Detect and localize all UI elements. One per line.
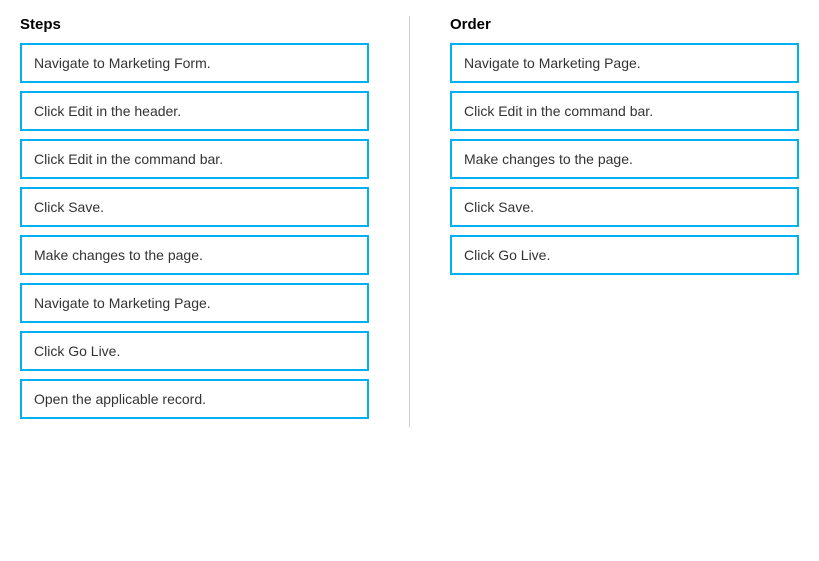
steps-item-1[interactable]: Click Edit in the header.	[20, 91, 369, 131]
order-header: Order	[450, 16, 799, 33]
order-item-0[interactable]: Navigate to Marketing Page.	[450, 43, 799, 83]
steps-column: Steps Navigate to Marketing Form. Click E…	[20, 16, 369, 427]
order-item-2[interactable]: Make changes to the page.	[450, 139, 799, 179]
steps-item-7[interactable]: Open the applicable record.	[20, 379, 369, 419]
steps-item-3[interactable]: Click Save.	[20, 187, 369, 227]
order-item-3[interactable]: Click Save.	[450, 187, 799, 227]
steps-item-6[interactable]: Click Go Live.	[20, 331, 369, 371]
steps-item-2[interactable]: Click Edit in the command bar.	[20, 139, 369, 179]
column-divider	[409, 16, 410, 427]
order-item-4[interactable]: Click Go Live.	[450, 235, 799, 275]
steps-item-4[interactable]: Make changes to the page.	[20, 235, 369, 275]
order-list: Navigate to Marketing Page. Click Edit in…	[450, 43, 799, 275]
steps-header: Steps	[20, 16, 369, 33]
steps-item-5[interactable]: Navigate to Marketing Page.	[20, 283, 369, 323]
main-layout: Steps Navigate to Marketing Form. Click E…	[20, 16, 799, 427]
steps-item-0[interactable]: Navigate to Marketing Form.	[20, 43, 369, 83]
steps-list: Navigate to Marketing Form. Click Edit in…	[20, 43, 369, 419]
order-item-1[interactable]: Click Edit in the command bar.	[450, 91, 799, 131]
order-column: Order Navigate to Marketing Page. Click E…	[450, 16, 799, 427]
